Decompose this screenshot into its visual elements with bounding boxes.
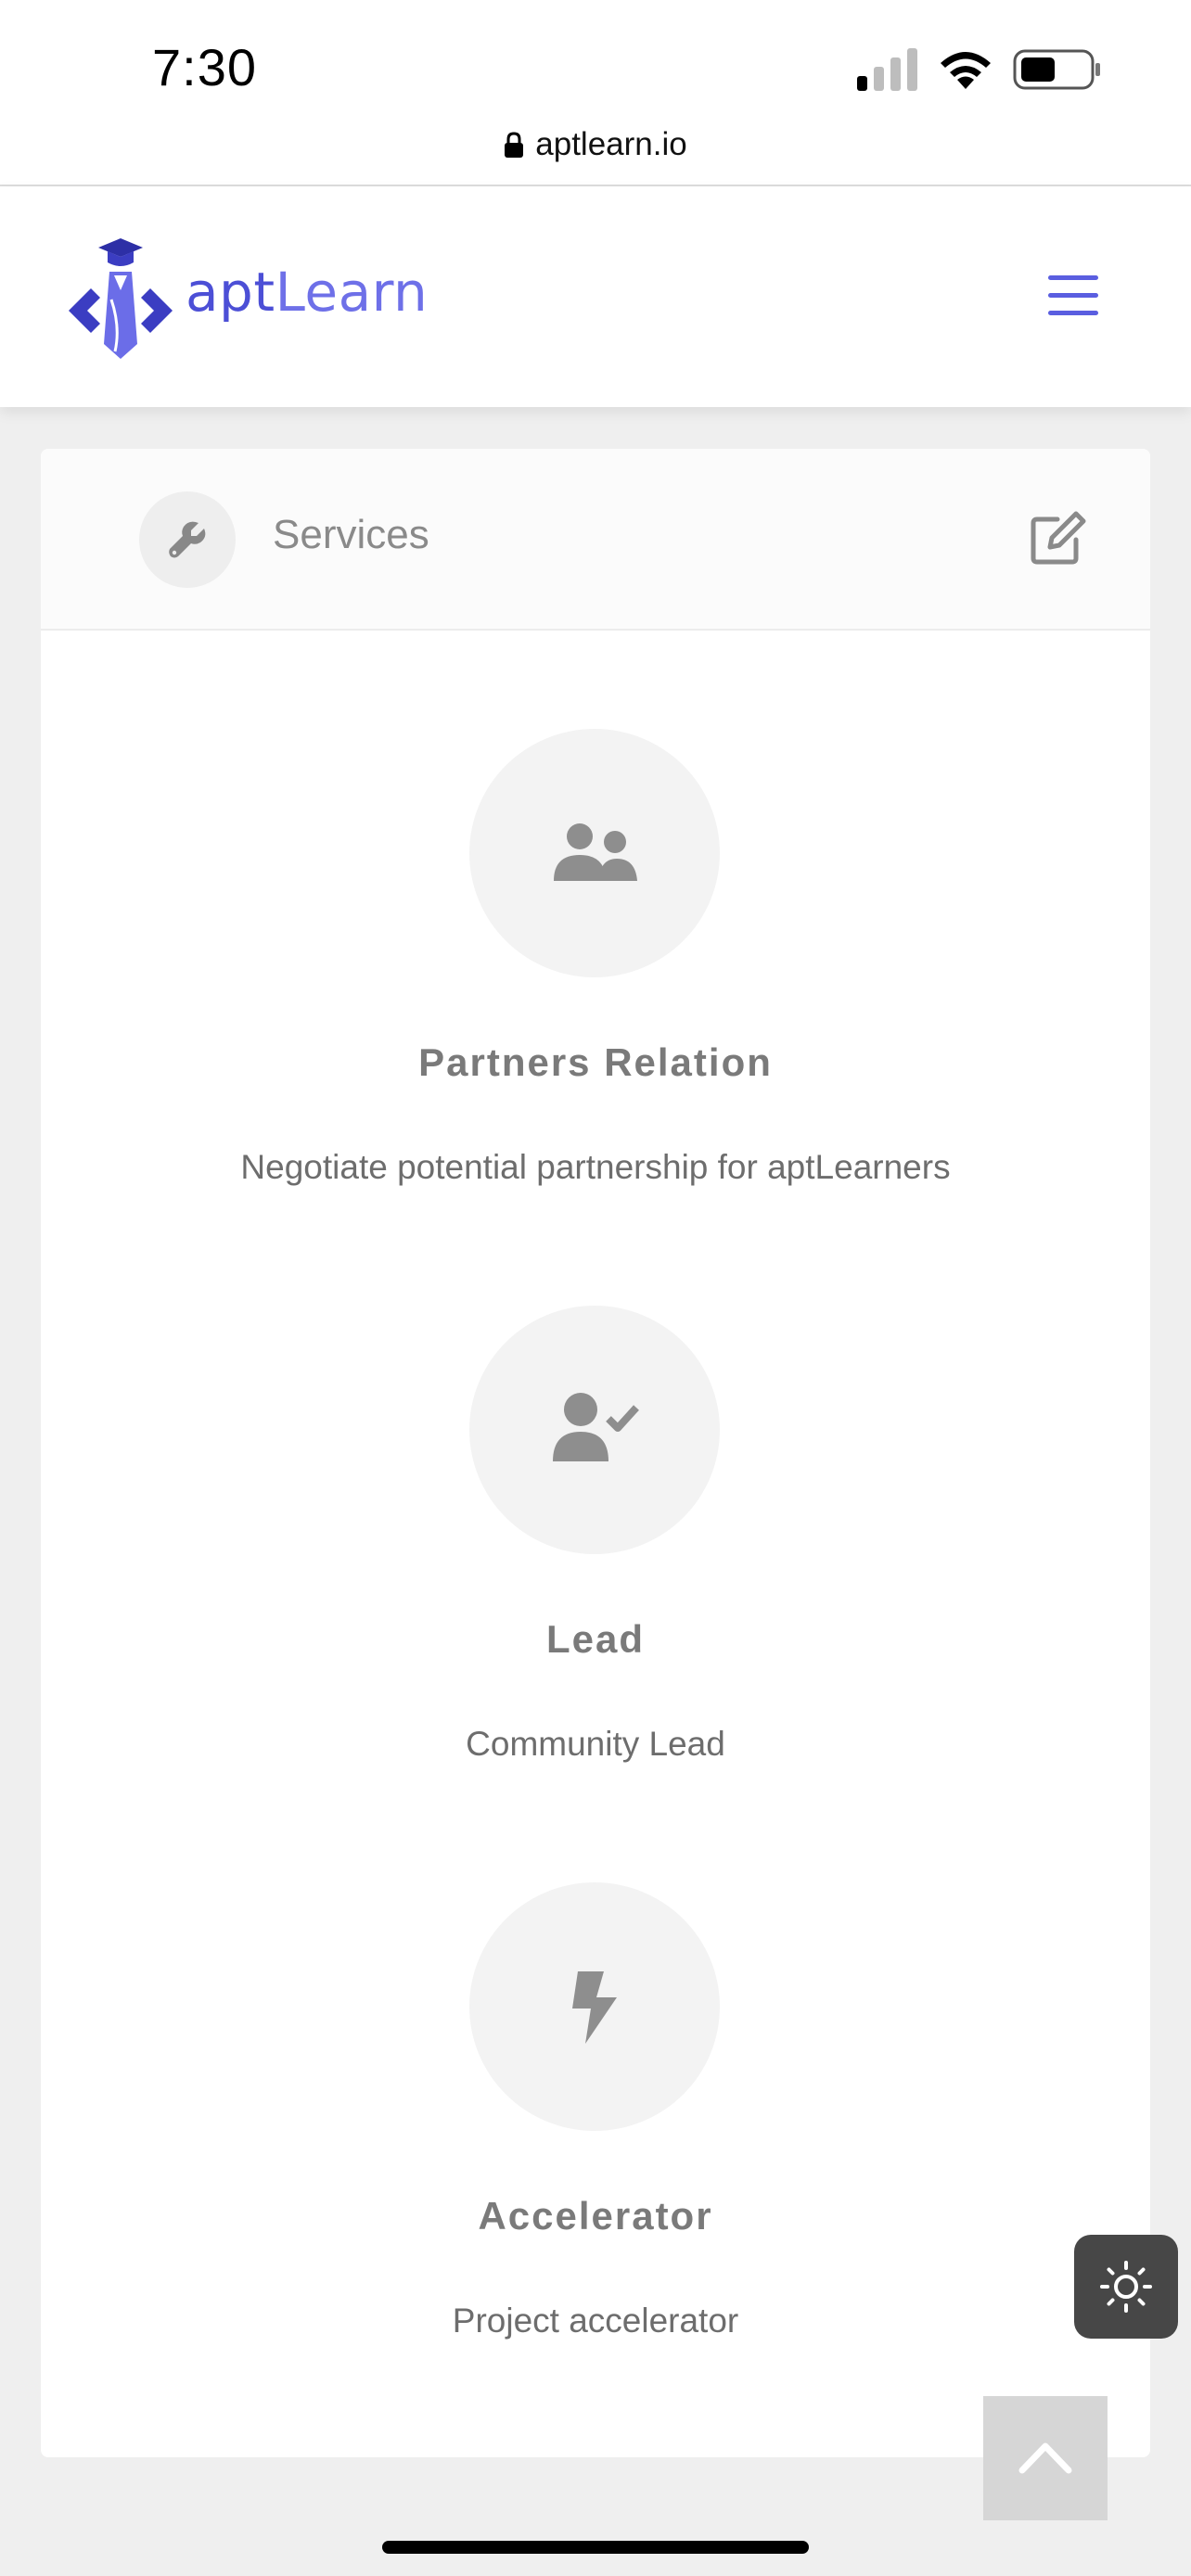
status-time: 7:30 <box>152 38 257 96</box>
theme-toggle-button[interactable] <box>1074 2235 1178 2339</box>
edit-icon[interactable] <box>1030 510 1087 566</box>
wrench-icon <box>139 491 236 588</box>
logo-text-secondary: Learn <box>275 261 429 324</box>
home-indicator[interactable] <box>382 2541 809 2554</box>
card-title: Services <box>273 512 429 557</box>
address-bar[interactable]: aptlearn.io <box>0 124 1191 174</box>
users-icon <box>469 729 720 977</box>
status-bar: 7:30 aptlearn.io <box>0 0 1191 186</box>
menu-line <box>1048 311 1098 315</box>
bolt-icon <box>469 1882 720 2131</box>
menu-line <box>1048 293 1098 298</box>
lock-icon <box>505 132 524 158</box>
service-description: Community Lead <box>466 1725 725 1763</box>
logo-text[interactable]: aptLearn <box>186 261 428 324</box>
logo-mark-icon[interactable] <box>65 235 176 361</box>
hamburger-menu-icon[interactable] <box>1048 275 1098 316</box>
signal-icon <box>857 48 917 91</box>
menu-line <box>1048 275 1098 280</box>
service-description: Project accelerator <box>452 2302 739 2340</box>
site-header: aptLearn <box>0 186 1191 407</box>
url-text: aptlearn.io <box>535 125 687 162</box>
service-title: Accelerator <box>478 2194 713 2238</box>
battery-icon <box>1013 49 1100 90</box>
service-description: Negotiate potential partnership for aptL… <box>240 1148 951 1186</box>
logo-text-primary: apt <box>186 261 275 324</box>
card-header: Services <box>41 449 1150 631</box>
scroll-to-top-button[interactable] <box>983 2396 1108 2520</box>
service-title: Lead <box>545 1617 646 1661</box>
user-check-icon <box>469 1306 720 1554</box>
chevron-up-icon <box>1018 2442 1072 2474</box>
services-card: Services Partners Relation Negotiate pot… <box>41 449 1150 2457</box>
service-title: Partners Relation <box>418 1040 773 1084</box>
wifi-icon <box>941 52 991 89</box>
sun-icon <box>1100 2261 1152 2313</box>
